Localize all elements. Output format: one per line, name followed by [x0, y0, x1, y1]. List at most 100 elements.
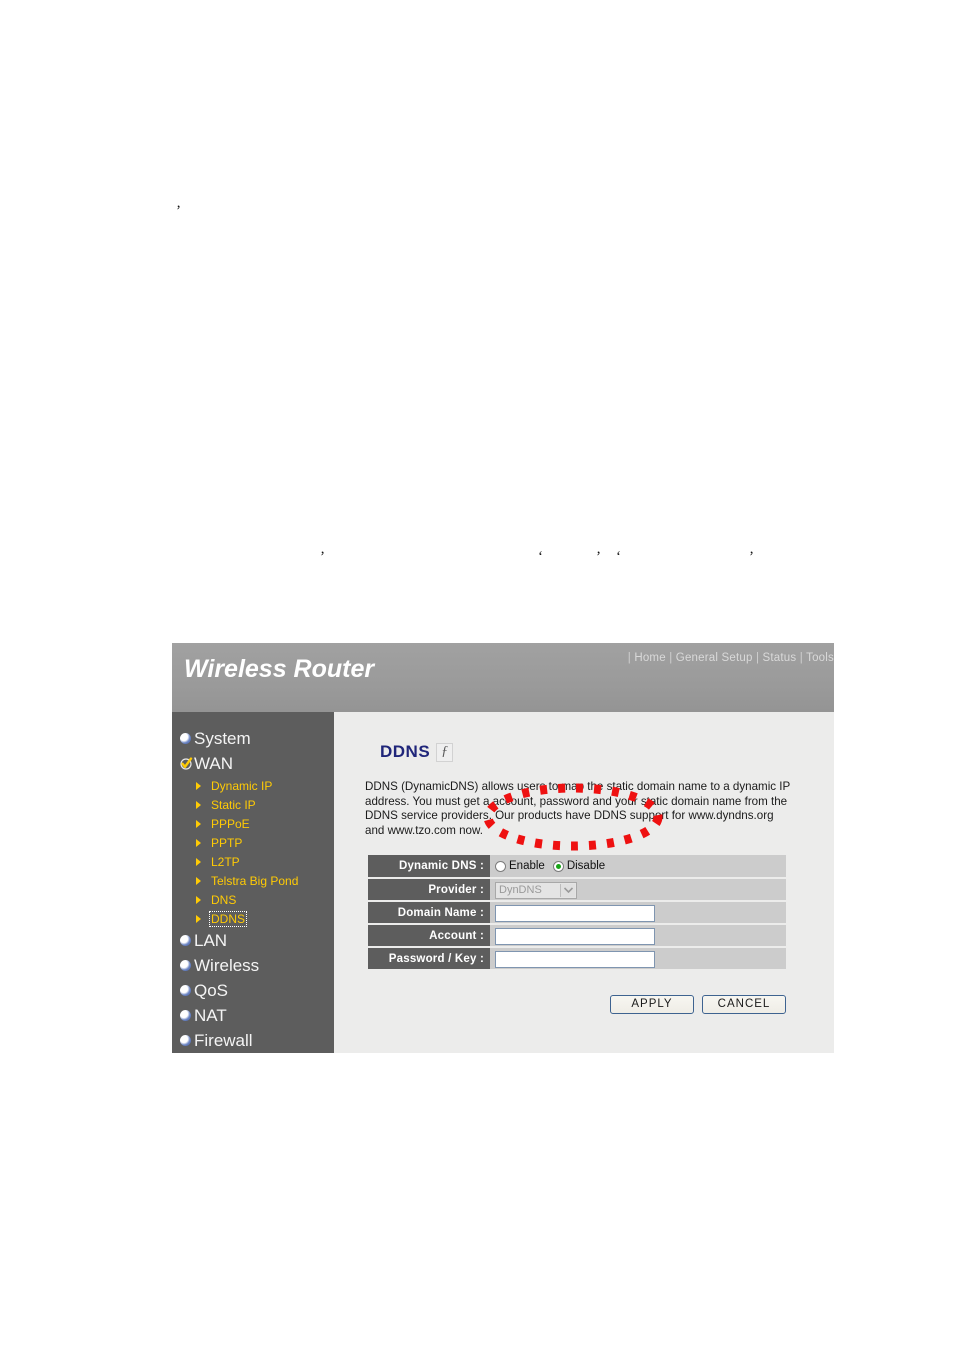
- sidebar-item-dns[interactable]: DNS: [172, 890, 334, 909]
- chevron-down-icon: [560, 883, 575, 897]
- topnav-separator: |: [796, 652, 807, 664]
- radio-enable-label: Enable: [509, 860, 545, 872]
- label-domain-name: Domain Name :: [368, 901, 490, 925]
- radio-enable-dot[interactable]: [495, 860, 506, 872]
- bullet-icon: [180, 960, 191, 971]
- sidebar-item-static-ip[interactable]: Static IP: [172, 795, 334, 814]
- radio-disable-label: Disable: [566, 860, 606, 872]
- sidebar-item-ddns[interactable]: DDNS: [172, 909, 334, 928]
- sidebar-item-label: LAN: [194, 931, 228, 950]
- table-row-provider: Provider : DynDNS: [368, 878, 786, 902]
- topnav-item-home[interactable]: Home: [634, 652, 665, 664]
- bullet-icon: [180, 1010, 191, 1021]
- ddns-form-table: Dynamic DNS : Enable Disable Provider: …: [368, 855, 786, 971]
- table-row-password-key: Password / Key :: [368, 947, 786, 971]
- arrow-icon: [196, 838, 206, 847]
- sidebar-item-label: DDNS: [208, 910, 248, 927]
- radio-disable[interactable]: Disable: [552, 860, 606, 872]
- sidebar-item-pppoe[interactable]: PPPoE: [172, 814, 334, 833]
- table-row-dynamic-dns: Dynamic DNS : Enable Disable: [368, 855, 786, 879]
- scan-artifact-mark: ’: [749, 549, 754, 565]
- sidebar-item-label: System: [194, 729, 251, 748]
- sidebar-item-label: Dynamic IP: [211, 778, 273, 793]
- sidebar-item-telstra-big-pond[interactable]: Telstra Big Pond: [172, 871, 334, 890]
- form-actions: APPLY CANCEL: [368, 995, 786, 1014]
- scan-artifact-mark: ‘: [616, 549, 621, 565]
- sidebar-item-l2tp[interactable]: L2TP: [172, 852, 334, 871]
- field-domain-name: [490, 901, 786, 925]
- field-provider: DynDNS: [490, 878, 786, 902]
- sidebar-item-dynamic-ip[interactable]: Dynamic IP: [172, 776, 334, 795]
- sidebar-item-label: WAN: [194, 754, 234, 773]
- provider-select[interactable]: DynDNS: [495, 881, 577, 899]
- sidebar-item-lan[interactable]: LAN: [172, 928, 334, 953]
- topnav-item-tools[interactable]: Tools: [806, 652, 834, 664]
- radio-enable[interactable]: Enable: [495, 860, 545, 872]
- sidebar-item-wan[interactable]: WAN: [172, 751, 334, 776]
- sidebar-item-label: QoS: [194, 981, 229, 1000]
- check-icon: [180, 757, 193, 770]
- field-password-key: [490, 947, 786, 971]
- bullet-icon: [180, 985, 191, 996]
- sidebar-item-label: DNS: [211, 892, 237, 907]
- sidebar-item-label: Firewall: [194, 1031, 253, 1050]
- label-password-key: Password / Key :: [368, 947, 490, 971]
- arrow-icon: [196, 914, 206, 923]
- sidebar-item-qos[interactable]: QoS: [172, 978, 334, 1003]
- bullet-icon: [180, 1035, 191, 1046]
- sidebar-item-label: Telstra Big Pond: [211, 873, 299, 888]
- top-navigation[interactable]: | Home | General Setup | Status | Tools: [628, 652, 834, 664]
- router-admin-screenshot: Wireless Router | Home | General Setup |…: [172, 643, 834, 1053]
- arrow-icon: [196, 857, 206, 866]
- scan-artifact-mark: ’: [176, 203, 181, 219]
- sidebar-item-label: Wireless: [194, 956, 260, 975]
- main-content: DDNS ƒ DDNS (DynamicDNS) allows users to…: [334, 712, 834, 1053]
- brand-title: Wireless Router: [184, 655, 375, 683]
- arrow-icon: [196, 895, 206, 904]
- topnav-separator: |: [752, 652, 763, 664]
- password-key-input[interactable]: [495, 950, 655, 968]
- topnav-separator: |: [665, 652, 676, 664]
- arrow-icon: [196, 800, 206, 809]
- sidebar-item-label: L2TP: [211, 854, 240, 869]
- sidebar-item-label: PPPoE: [211, 816, 250, 831]
- sidebar-item-system[interactable]: System: [172, 726, 334, 751]
- field-dynamic-dns: Enable Disable: [490, 855, 786, 879]
- topnav-item-general-setup[interactable]: General Setup: [676, 652, 753, 664]
- page-title: DDNS ƒ: [380, 742, 454, 762]
- scan-artifact-mark: ’: [320, 549, 325, 565]
- sidebar-item-label: NAT: [194, 1006, 227, 1025]
- table-row-domain-name: Domain Name :: [368, 901, 786, 925]
- page-title-text: DDNS: [380, 742, 431, 761]
- sidebar-item-nat[interactable]: NAT: [172, 1003, 334, 1028]
- sidebar-navigation: System WAN Dynamic IP Static IP PPPoE PPTP L2T…: [172, 712, 334, 1053]
- provider-select-value: DynDNS: [499, 884, 542, 897]
- router-header: Wireless Router | Home | General Setup |…: [172, 643, 834, 712]
- label-dynamic-dns: Dynamic DNS :: [368, 855, 490, 879]
- radio-disable-dot[interactable]: [552, 860, 564, 872]
- arrow-icon: [196, 819, 206, 828]
- table-row-account: Account :: [368, 924, 786, 948]
- account-input[interactable]: [495, 927, 655, 945]
- cancel-button[interactable]: CANCEL: [702, 995, 786, 1014]
- sidebar-item-firewall[interactable]: Firewall: [172, 1028, 334, 1053]
- page-description: DDNS (DynamicDNS) allows users to map th…: [365, 780, 791, 837]
- router-body: System WAN Dynamic IP Static IP PPPoE PPTP L2T…: [172, 712, 834, 1053]
- domain-name-input[interactable]: [495, 904, 655, 922]
- apply-button[interactable]: APPLY: [610, 995, 694, 1014]
- sidebar-item-label: Static IP: [211, 797, 256, 812]
- field-account: [490, 924, 786, 948]
- bullet-icon: [180, 935, 191, 946]
- arrow-icon: [196, 876, 206, 885]
- bullet-icon: [180, 733, 191, 744]
- label-provider: Provider :: [368, 878, 490, 902]
- scan-artifact-mark: ’: [596, 549, 601, 565]
- arrow-icon: [196, 781, 206, 790]
- sidebar-item-pptp[interactable]: PPTP: [172, 833, 334, 852]
- label-account: Account :: [368, 924, 490, 948]
- sidebar-item-label: PPTP: [211, 835, 243, 850]
- topnav-item-status[interactable]: Status: [763, 652, 797, 664]
- sidebar-item-wireless[interactable]: Wireless: [172, 953, 334, 978]
- script-pen-icon: ƒ: [436, 742, 454, 762]
- scan-artifact-mark: ‘: [538, 549, 543, 565]
